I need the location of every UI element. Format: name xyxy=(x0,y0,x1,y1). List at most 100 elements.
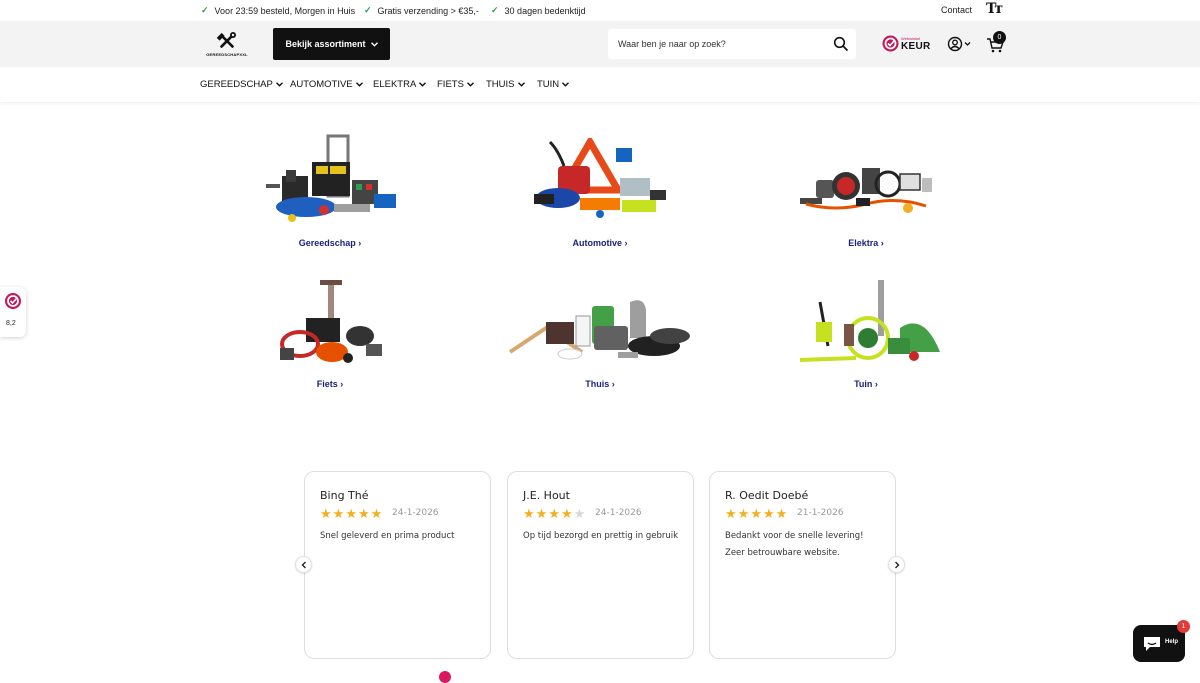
rating-stars: ★ ★ ★ ★ ★ xyxy=(523,507,585,520)
usp-item-delivery: ✓ Voor 23:59 besteld, Morgen in Huis xyxy=(201,5,355,16)
chat-label: Help xyxy=(1165,639,1179,645)
star-icon: ★ xyxy=(332,506,345,521)
nav-label: FIETS xyxy=(437,79,464,90)
chevron-down-icon xyxy=(419,82,427,87)
reviewer-name: R. Oedit Doebé xyxy=(725,489,809,502)
usp-label: Voor 23:59 besteld, Morgen in Huis xyxy=(214,5,356,16)
search-icon[interactable] xyxy=(833,36,849,52)
nav-label: GEREEDSCHAP xyxy=(200,79,273,90)
star-icon: ★ xyxy=(370,506,383,521)
chevron-down-icon xyxy=(517,82,525,87)
nav-item-thuis[interactable]: THUIS xyxy=(486,79,525,90)
thuis-category-image[interactable] xyxy=(506,292,694,364)
star-empty-icon: ★ xyxy=(573,506,586,521)
nav-item-automotive[interactable]: AUTOMOTIVE xyxy=(290,79,363,90)
star-icon: ★ xyxy=(737,506,750,521)
cart-count-badge: 0 xyxy=(993,31,1006,44)
tools-logo-icon xyxy=(216,32,236,48)
browse-assortment-button[interactable]: Bekijk assortiment xyxy=(273,28,390,60)
nav-item-tuin[interactable]: TUIN xyxy=(537,79,570,90)
tuin-category-image[interactable] xyxy=(796,276,944,370)
rating-stars: ★ ★ ★ ★ ★ xyxy=(320,507,382,520)
keur-big-text: KEUR xyxy=(901,41,931,52)
elektra-category-image[interactable] xyxy=(796,160,936,216)
nav-label: TUIN xyxy=(537,79,560,90)
pink-dot-decoration xyxy=(439,671,451,683)
review-card: R. Oedit Doebé ★ ★ ★ ★ ★ 21-1-2026 Bedankt v… xyxy=(709,471,896,659)
star-icon: ★ xyxy=(762,506,775,521)
category-link-automotive[interactable]: Automotive › xyxy=(530,238,670,248)
nav-label: ELEKTRA xyxy=(373,79,417,90)
reviewer-name: Bing Thé xyxy=(320,489,369,502)
category-link-thuis[interactable]: Thuis › xyxy=(530,379,670,389)
top-bar: ✓ Voor 23:59 besteld, Morgen in Huis ✓ G… xyxy=(0,0,1200,21)
webwinkel-keur-badge[interactable]: Webwinkel KEUR xyxy=(882,34,930,54)
star-icon: ★ xyxy=(775,506,788,521)
star-icon: ★ xyxy=(320,506,332,521)
check-icon: ✓ xyxy=(491,5,499,15)
browse-label: Bekijk assortiment xyxy=(285,39,366,49)
chevron-left-icon xyxy=(301,561,306,568)
text-size-icon[interactable]: Tт xyxy=(986,1,1003,17)
usp-label: 30 dagen bedenktijd xyxy=(504,5,586,16)
star-icon: ★ xyxy=(523,506,535,521)
review-date: 21-1-2026 xyxy=(797,508,844,518)
carousel-next-button[interactable] xyxy=(888,556,905,573)
star-icon: ★ xyxy=(535,506,548,521)
carousel-prev-button[interactable] xyxy=(295,556,312,573)
review-card: J.E. Hout ★ ★ ★ ★ ★ 24-1-2026 Op tijd bezorg… xyxy=(507,471,694,659)
usp-item-shipping: ✓ Gratis verzending > €35,- xyxy=(364,5,479,16)
nav-label: AUTOMOTIVE xyxy=(290,79,353,90)
category-link-tuin[interactable]: Tuin › xyxy=(796,379,936,389)
chevron-down-icon xyxy=(355,82,363,87)
automotive-category-image[interactable] xyxy=(530,138,670,222)
category-link-elektra[interactable]: Elektra › xyxy=(796,238,936,248)
gereedschap-category-image[interactable] xyxy=(262,132,400,224)
chevron-right-icon xyxy=(894,561,899,568)
chevron-down-icon xyxy=(466,82,474,87)
nav-item-fiets[interactable]: FIETS xyxy=(437,79,474,90)
nav-item-gereedschap[interactable]: GEREEDSCHAP xyxy=(200,79,283,90)
review-text: Op tijd bezorgd en prettig in gebruik xyxy=(523,531,679,541)
category-link-fiets[interactable]: Fiets › xyxy=(260,379,400,389)
rating-score: 8,2 xyxy=(6,320,16,327)
fiets-category-image[interactable] xyxy=(276,278,388,368)
reviewer-name: J.E. Hout xyxy=(523,489,570,502)
check-icon: ✓ xyxy=(364,5,372,15)
search-input[interactable] xyxy=(618,29,828,59)
star-icon: ★ xyxy=(548,506,560,521)
chevron-down-icon xyxy=(370,41,378,47)
keur-logo-icon xyxy=(5,293,21,309)
account-menu[interactable] xyxy=(947,35,973,53)
star-icon: ★ xyxy=(345,506,357,521)
user-icon xyxy=(947,36,971,52)
star-icon: ★ xyxy=(560,506,573,521)
chevron-down-icon xyxy=(275,82,283,87)
contact-link[interactable]: Contact xyxy=(941,5,972,15)
review-text: Snel geleverd en prima product xyxy=(320,531,455,541)
chat-notification-badge: 1 xyxy=(1177,620,1190,633)
review-date: 24-1-2026 xyxy=(595,508,642,518)
review-card: Bing Thé ★ ★ ★ ★ ★ 24-1-2026 Snel geleverd e… xyxy=(304,471,491,659)
chat-icon xyxy=(1144,637,1160,651)
star-icon: ★ xyxy=(750,506,762,521)
rating-stars: ★ ★ ★ ★ ★ xyxy=(725,507,787,520)
review-text: Bedankt voor de snelle levering! Zeer be… xyxy=(725,531,864,558)
main-nav: GEREEDSCHAP AUTOMOTIVE ELEKTRA FIETS THU… xyxy=(0,67,1200,102)
usp-item-return: ✓ 30 dagen bedenktijd xyxy=(491,5,586,16)
category-link-gereedschap[interactable]: Gereedschap › xyxy=(260,238,400,248)
nav-item-elektra[interactable]: ELEKTRA xyxy=(373,79,427,90)
star-icon: ★ xyxy=(725,506,737,521)
header: GEREEDSCHAPXXL Bekijk assortiment Webwin… xyxy=(0,21,1200,67)
chat-help-button[interactable]: Help xyxy=(1133,625,1185,662)
rating-side-badge[interactable]: 8,2 xyxy=(0,287,26,337)
logo-text: GEREEDSCHAPXXL xyxy=(206,52,248,57)
review-date: 24-1-2026 xyxy=(392,508,439,518)
star-icon: ★ xyxy=(357,506,370,521)
search-bar xyxy=(608,29,856,59)
usp-label: Gratis verzending > €35,- xyxy=(377,5,479,16)
nav-label: THUIS xyxy=(486,79,515,90)
check-icon: ✓ xyxy=(201,5,209,15)
chevron-down-icon xyxy=(562,82,570,87)
site-logo[interactable]: GEREEDSCHAPXXL xyxy=(203,31,251,59)
